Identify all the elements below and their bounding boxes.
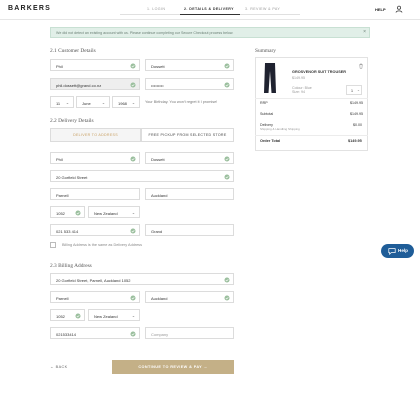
billing-suburb-field[interactable]: Parnell bbox=[50, 291, 140, 303]
dob-month-select[interactable]: June ⌄ bbox=[76, 96, 110, 108]
continue-button[interactable]: CONTINUE TO REVIEW & PAY → bbox=[112, 360, 234, 374]
tab-free-pickup[interactable]: FREE PICKUP FROM SELECTED STORE bbox=[141, 128, 234, 142]
valid-check-icon bbox=[130, 63, 136, 69]
delivery-value: $0.00 bbox=[353, 123, 362, 127]
chevron-down-icon: ⌄ bbox=[131, 210, 135, 215]
dob-year-select[interactable]: 1968 ⌄ bbox=[112, 96, 140, 108]
birthday-note: Your Birthday. You won't regret it I pro… bbox=[145, 100, 218, 104]
valid-check-icon bbox=[75, 210, 81, 216]
step-review-pay: 3. REVIEW & PAY bbox=[245, 7, 281, 11]
customer-details-heading: 2.1 Customer Details bbox=[50, 48, 96, 54]
chevron-down-icon: ⌄ bbox=[131, 100, 135, 105]
billing-address-field[interactable]: 20 Gorfield Street, Parnell, Auckland 10… bbox=[50, 273, 234, 285]
delivery-phone-field[interactable]: 021 533 414 bbox=[50, 224, 140, 236]
valid-check-icon bbox=[224, 156, 230, 162]
billing-phone-field[interactable]: 021533414 bbox=[50, 327, 140, 339]
billing-postcode-field[interactable]: 1052 bbox=[50, 309, 85, 321]
delivery-details-heading: 2.2 Delivery Details bbox=[50, 118, 94, 124]
delivery-city-field[interactable]: Auckland bbox=[145, 188, 234, 200]
step-details-delivery: 2. DETAILS & DELIVERY bbox=[184, 7, 234, 11]
trash-icon[interactable] bbox=[358, 63, 364, 69]
brand-logo[interactable]: BARKERS bbox=[8, 5, 51, 12]
valid-check-icon bbox=[224, 63, 230, 69]
valid-check-icon bbox=[130, 82, 136, 88]
first-name-field[interactable]: Phil bbox=[50, 59, 140, 71]
delivery-street-field[interactable]: 20 Gorfield Street bbox=[50, 170, 234, 182]
help-chat-label: Help bbox=[398, 247, 408, 253]
valid-check-icon bbox=[130, 295, 136, 301]
notice-text: We did not detect an existing account wi… bbox=[56, 31, 234, 35]
order-total-label: Order Total bbox=[260, 139, 281, 143]
valid-check-icon bbox=[130, 331, 136, 337]
subtotal-label: Subtotal bbox=[260, 112, 274, 116]
billing-city-field[interactable]: Auckland bbox=[145, 291, 234, 303]
summary-heading: Summary bbox=[255, 48, 276, 54]
step-divider-active bbox=[180, 14, 240, 15]
step-divider bbox=[240, 14, 300, 15]
back-link[interactable]: ← BACK bbox=[50, 365, 68, 369]
delivery-postcode-field[interactable]: 1052 bbox=[50, 206, 85, 218]
valid-check-icon bbox=[130, 156, 136, 162]
delivery-first-name-field[interactable]: Phil bbox=[50, 152, 140, 164]
chevron-down-icon: ⌄ bbox=[131, 313, 135, 318]
password-field[interactable]: ••••••••• bbox=[145, 78, 234, 90]
billing-same-label: Billing Address is the same as Delivery … bbox=[62, 243, 142, 247]
valid-check-icon bbox=[130, 228, 136, 234]
help-link[interactable]: HELP bbox=[375, 7, 386, 12]
product-price: $149.95 bbox=[292, 76, 305, 80]
top-bar: BARKERS 1. LOGIN 2. DETAILS & DELIVERY 3… bbox=[0, 0, 420, 20]
billing-country-select[interactable]: New Zealand ⌄ bbox=[88, 309, 140, 321]
chevron-down-icon: ⌄ bbox=[357, 87, 361, 92]
product-size: Size: 94 bbox=[292, 90, 305, 94]
email-field[interactable]: phil.dossett@grand.co.nz bbox=[50, 78, 140, 90]
step-login[interactable]: 1. LOGIN bbox=[147, 7, 165, 11]
valid-check-icon bbox=[224, 295, 230, 301]
account-notice: We did not detect an existing account wi… bbox=[50, 27, 370, 38]
rrp-value: $149.95 bbox=[350, 101, 363, 105]
last-name-field[interactable]: Dossett bbox=[145, 59, 234, 71]
valid-check-icon bbox=[224, 174, 230, 180]
chevron-down-icon: ⌄ bbox=[101, 100, 105, 105]
step-divider bbox=[120, 14, 180, 15]
chevron-down-icon: ⌄ bbox=[65, 100, 69, 105]
subtotal-value: $149.95 bbox=[350, 112, 363, 116]
account-icon[interactable] bbox=[395, 5, 403, 13]
help-chat-button[interactable]: Help bbox=[381, 244, 414, 258]
product-name[interactable]: GROSVENOR SUIT TROUSER bbox=[292, 70, 346, 74]
summary-divider bbox=[255, 135, 368, 136]
delivery-suburb-field[interactable]: Parnell bbox=[50, 188, 140, 200]
billing-address-heading: 2.3 Billing Address bbox=[50, 263, 92, 269]
valid-check-icon bbox=[224, 82, 230, 88]
delivery-last-name-field[interactable]: Dossett bbox=[145, 152, 234, 164]
product-image[interactable] bbox=[262, 62, 278, 94]
delivery-company-field[interactable]: Grand bbox=[145, 224, 234, 236]
summary-divider bbox=[255, 98, 368, 99]
order-total-value: $149.95 bbox=[348, 139, 362, 143]
dob-day-select[interactable]: 11 ⌄ bbox=[50, 96, 74, 108]
delivery-country-select[interactable]: New Zealand ⌄ bbox=[88, 206, 140, 218]
valid-check-icon bbox=[75, 313, 81, 319]
quantity-select[interactable]: 1 ⌄ bbox=[346, 85, 362, 95]
chat-bubble-icon bbox=[388, 248, 396, 255]
rrp-label: RRP bbox=[260, 101, 268, 105]
delivery-sub-label: Shipping & Handling Shipping bbox=[260, 127, 300, 131]
billing-same-checkbox[interactable] bbox=[50, 242, 56, 248]
close-icon[interactable]: × bbox=[363, 29, 366, 35]
valid-check-icon bbox=[224, 277, 230, 283]
billing-company-field[interactable]: Company bbox=[145, 327, 234, 339]
tab-deliver-to-address[interactable]: DELIVER TO ADDRESS bbox=[50, 128, 141, 142]
